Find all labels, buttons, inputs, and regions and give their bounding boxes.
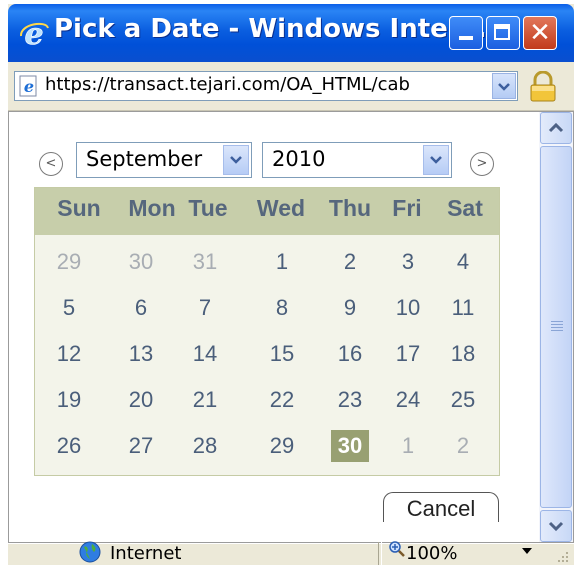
day-cell[interactable]: 8 [263,292,301,324]
month-dropdown-button[interactable] [223,145,249,175]
day-cell[interactable]: 11 [444,292,482,324]
day-cell[interactable]: 15 [263,338,301,370]
zoom-icon[interactable] [388,540,406,558]
day-cell[interactable]: 1 [263,246,301,278]
chevron-up-icon [548,122,564,133]
day-cell[interactable]: 13 [122,338,160,370]
day-cell[interactable]: 26 [50,430,88,462]
chevron-down-icon [498,83,510,91]
weekday-header: Sun Mon Tue Wed Thu Fri Sat [35,188,499,235]
chevron-down-icon [548,521,564,532]
weekday-label: Tue [188,195,228,221]
lock-icon[interactable] [526,71,560,103]
close-button[interactable]: ✕ [523,16,557,50]
day-cell[interactable]: 16 [331,338,369,370]
month-select-value: September [86,147,203,171]
resize-grip-icon[interactable] [556,546,570,564]
selected-day-cell[interactable]: 30 [331,430,369,462]
svg-text:e: e [24,77,34,96]
day-cell[interactable]: 24 [389,384,427,416]
chevron-down-icon [230,156,242,164]
address-bar: e https://transact.tejari.com/OA_HTML/ca… [8,62,574,111]
chevron-right-circle-icon: > [476,156,488,171]
day-cell[interactable]: 14 [186,338,224,370]
day-cell[interactable]: 19 [50,384,88,416]
day-cell[interactable]: 10 [389,292,427,324]
weekday-label: Thu [328,195,372,221]
day-cell[interactable]: 4 [444,246,482,278]
scroll-down-button[interactable] [540,510,572,542]
day-cell[interactable]: 6 [122,292,160,324]
globe-icon [79,541,101,563]
day-cell[interactable]: 22 [263,384,301,416]
zoom-level[interactable]: 100% [406,543,457,564]
browser-popup-window: e Pick a Date - Windows Inter... ✕ e htt… [8,4,574,565]
day-cell[interactable]: 23 [331,384,369,416]
day-cell[interactable]: 7 [186,292,224,324]
next-month-button[interactable]: > [470,152,494,176]
minimize-button[interactable] [449,16,483,50]
security-zone-label: Internet [110,543,182,564]
vertical-scrollbar[interactable] [539,112,573,542]
maximize-icon [494,24,510,40]
svg-text:e: e [24,18,43,50]
internet-explorer-icon: e [20,18,49,50]
weekday-label: Mon [128,195,176,221]
day-cell[interactable]: 1 [389,430,427,462]
title-bar[interactable]: e Pick a Date - Windows Inter... ✕ [8,4,574,62]
day-cell[interactable]: 20 [122,384,160,416]
scrollbar-thumb[interactable] [540,146,572,508]
url-text: https://transact.tejari.com/OA_HTML/cab [45,74,410,95]
scroll-up-button[interactable] [540,112,572,144]
day-cell[interactable]: 31 [186,246,224,278]
day-cell[interactable]: 12 [50,338,88,370]
day-cell[interactable]: 2 [331,246,369,278]
day-cell[interactable]: 28 [186,430,224,462]
previous-month-button[interactable]: < [39,152,63,176]
page-content: < September 2010 > Sun Mon Tue Wed Thu F… [8,111,574,543]
year-select[interactable]: 2010 [262,142,452,178]
weekday-label: Wed [256,195,306,221]
day-cell[interactable]: 29 [263,430,301,462]
weekday-label: Fri [392,195,422,221]
day-cell[interactable]: 2 [444,430,482,462]
minimize-icon [459,36,473,40]
cancel-button[interactable]: Cancel [383,492,499,522]
day-cell[interactable]: 25 [444,384,482,416]
day-cell[interactable]: 29 [50,246,88,278]
day-cell[interactable]: 18 [444,338,482,370]
maximize-button[interactable] [486,16,520,50]
url-dropdown-button[interactable] [492,73,516,99]
year-dropdown-button[interactable] [423,145,449,175]
url-field[interactable]: e https://transact.tejari.com/OA_HTML/ca… [14,71,518,101]
weekday-label: Sat [447,195,483,221]
day-cell[interactable]: 27 [122,430,160,462]
status-bar: Internet 100% [8,540,574,565]
day-cell[interactable]: 5 [50,292,88,324]
calendar-navigation: < September 2010 > [9,138,549,182]
scroll-grip-icon [551,321,563,331]
weekday-label: Sun [57,195,101,221]
day-cell[interactable]: 17 [389,338,427,370]
ie-page-icon: e [19,75,37,97]
day-cell[interactable]: 30 [122,246,160,278]
year-select-value: 2010 [272,147,326,171]
day-cell[interactable]: 3 [389,246,427,278]
day-cell[interactable]: 9 [331,292,369,324]
calendar-grid: Sun Mon Tue Wed Thu Fri Sat 29 30 31 1 2 3 4 5 6 7 8 9 10 1… [34,187,500,476]
close-icon: ✕ [529,18,551,48]
chevron-left-circle-icon: < [45,156,57,171]
window-title: Pick a Date - Windows Inter... [54,14,487,44]
day-cell[interactable]: 21 [186,384,224,416]
zoom-dropdown-icon[interactable] [522,548,532,554]
status-separator [378,542,382,565]
month-select[interactable]: September [76,142,252,178]
chevron-down-icon [430,156,442,164]
